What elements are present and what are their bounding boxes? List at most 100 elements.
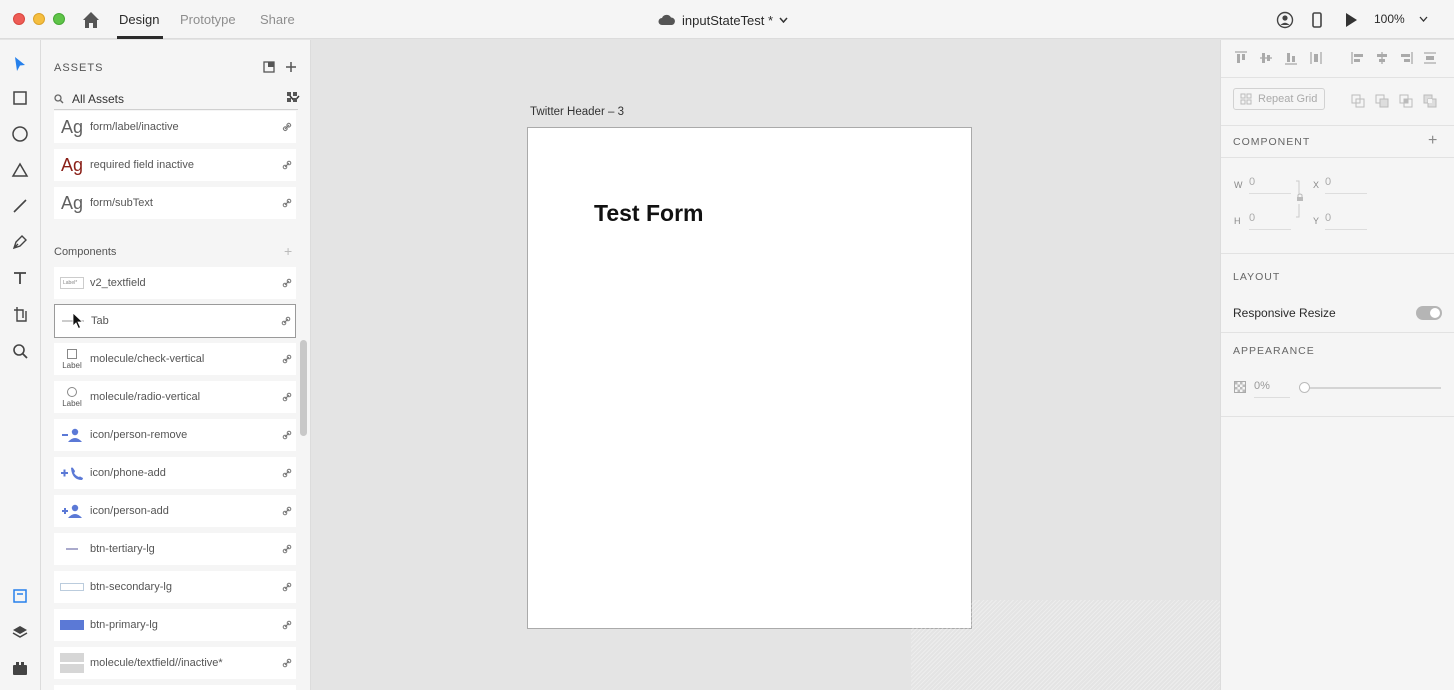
component-row[interactable]: btn-tertiary-lg: [54, 533, 296, 565]
artboard[interactable]: Test Form: [527, 127, 972, 629]
add-component-icon[interactable]: +: [284, 243, 292, 259]
component-row[interactable]: icon/phone-add: [54, 457, 296, 489]
component-row[interactable]: Label molecule/check-vertical: [54, 343, 296, 375]
x-field[interactable]: 0: [1325, 176, 1367, 194]
distribute-vertical-icon[interactable]: [1423, 51, 1437, 65]
component-row[interactable]: Label molecule/radio-vertical: [54, 381, 296, 413]
component-name: molecule/radio-vertical: [90, 391, 201, 403]
tab-design[interactable]: Design: [119, 12, 159, 27]
mobile-preview-icon[interactable]: [1308, 11, 1326, 29]
plugin-icon: [13, 662, 27, 675]
component-row[interactable]: molecule/textfield//inactive*: [54, 647, 296, 679]
document-title-menu[interactable]: inputStateTest *: [658, 11, 788, 29]
component-name: icon/person-remove: [90, 429, 188, 441]
rectangle-tool[interactable]: [10, 88, 30, 108]
assets-title: ASSETS: [54, 62, 104, 74]
window-maximize-button[interactable]: [53, 13, 65, 25]
assets-icon: [13, 589, 27, 603]
mouse-cursor-icon: [72, 312, 84, 330]
boolean-exclude-icon[interactable]: [1423, 94, 1437, 108]
zoom-level: 100%: [1374, 12, 1405, 26]
assets-panel: ASSETS All Assets Ag form/label/inactive…: [41, 40, 311, 690]
distribute-horizontal-icon[interactable]: [1309, 51, 1323, 65]
link-icon: [282, 658, 292, 668]
artboard-heading-text[interactable]: Test Form: [594, 200, 703, 227]
chevron-down-icon: [779, 17, 788, 23]
component-row[interactable]: icon/person-add: [54, 495, 296, 527]
layout-section-label: LAYOUT: [1233, 271, 1281, 283]
component-row-selected[interactable]: Tab: [54, 304, 296, 338]
add-asset-icon[interactable]: [284, 60, 298, 74]
thumbnail-label: Label: [62, 360, 82, 370]
alignment-toolbar: [1221, 40, 1454, 78]
lock-aspect-icon[interactable]: [1295, 180, 1305, 218]
window-minimize-button[interactable]: [33, 13, 45, 25]
polygon-tool[interactable]: [10, 160, 30, 180]
responsive-resize-toggle[interactable]: [1416, 306, 1442, 320]
assets-scrollbar[interactable]: [300, 340, 307, 436]
char-style-row[interactable]: Ag form/label/inactive: [54, 111, 296, 143]
asset-filter-dropdown[interactable]: All Assets: [54, 88, 300, 110]
plugins-panel-button[interactable]: [10, 658, 30, 678]
zoom-dropdown[interactable]: 100%: [1374, 12, 1428, 26]
user-account-icon[interactable]: [1276, 11, 1294, 29]
divider: [1221, 416, 1454, 417]
text-tool[interactable]: [10, 268, 30, 288]
open-library-icon[interactable]: [262, 60, 276, 74]
repeat-grid-row: Repeat Grid: [1221, 78, 1454, 126]
align-top-icon[interactable]: [1234, 51, 1248, 65]
artboard-tool[interactable]: [10, 304, 30, 324]
select-tool[interactable]: [10, 54, 30, 74]
opacity-slider-thumb[interactable]: [1299, 382, 1310, 393]
artboard-name[interactable]: Twitter Header – 3: [530, 106, 624, 118]
grid-view-icon[interactable]: [286, 91, 298, 103]
link-icon: [282, 278, 292, 288]
width-field[interactable]: 0: [1249, 176, 1291, 194]
repeat-grid-button[interactable]: Repeat Grid: [1233, 88, 1325, 110]
link-icon: [281, 316, 291, 326]
align-right-icon[interactable]: [1399, 51, 1413, 65]
component-row[interactable]: [54, 685, 296, 690]
add-component-plus-icon[interactable]: +: [1428, 132, 1437, 150]
boolean-intersect-icon[interactable]: [1399, 94, 1413, 108]
component-name: btn-secondary-lg: [90, 581, 172, 593]
align-left-icon[interactable]: [1351, 51, 1365, 65]
assets-panel-button[interactable]: [10, 586, 30, 606]
pen-tool[interactable]: [10, 232, 30, 252]
design-canvas[interactable]: Twitter Header – 3 Test Form: [311, 40, 1220, 690]
component-name: icon/person-add: [90, 505, 169, 517]
window-close-button[interactable]: [13, 13, 25, 25]
zoom-tool[interactable]: [10, 341, 30, 361]
component-name: btn-tertiary-lg: [90, 543, 155, 555]
ellipse-tool[interactable]: [10, 124, 30, 144]
component-row[interactable]: icon/person-remove: [54, 419, 296, 451]
line-icon: [13, 199, 27, 213]
component-row[interactable]: Label* v2_textfield: [54, 267, 296, 299]
align-middle-icon[interactable]: [1259, 51, 1273, 65]
component-row[interactable]: btn-primary-lg: [54, 609, 296, 641]
char-style-name: form/label/inactive: [90, 121, 179, 133]
home-icon[interactable]: [81, 10, 101, 30]
property-inspector: Repeat Grid COMPONENT + W 0 X 0 H 0 Y 0 …: [1220, 40, 1454, 690]
play-icon[interactable]: [1342, 11, 1360, 29]
component-row[interactable]: btn-secondary-lg: [54, 571, 296, 603]
boolean-subtract-icon[interactable]: [1375, 94, 1389, 108]
components-section-label: Components: [54, 246, 117, 258]
button-thumbnail: [60, 620, 84, 630]
height-field[interactable]: 0: [1249, 212, 1291, 230]
char-style-row[interactable]: Ag form/subText: [54, 187, 296, 219]
layers-panel-button[interactable]: [10, 622, 30, 642]
opacity-slider-track[interactable]: [1303, 387, 1441, 389]
tab-share[interactable]: Share: [260, 12, 295, 27]
repeat-grid-icon: [1240, 93, 1252, 105]
boolean-add-icon[interactable]: [1351, 94, 1365, 108]
align-bottom-icon[interactable]: [1284, 51, 1298, 65]
align-center-icon[interactable]: [1375, 51, 1389, 65]
component-name: Tab: [91, 315, 109, 327]
y-field[interactable]: 0: [1325, 212, 1367, 230]
tab-prototype[interactable]: Prototype: [180, 12, 236, 27]
opacity-field[interactable]: 0%: [1254, 380, 1290, 398]
magnifier-icon: [13, 344, 28, 359]
line-tool[interactable]: [10, 196, 30, 216]
char-style-row[interactable]: Ag required field inactive: [54, 149, 296, 181]
